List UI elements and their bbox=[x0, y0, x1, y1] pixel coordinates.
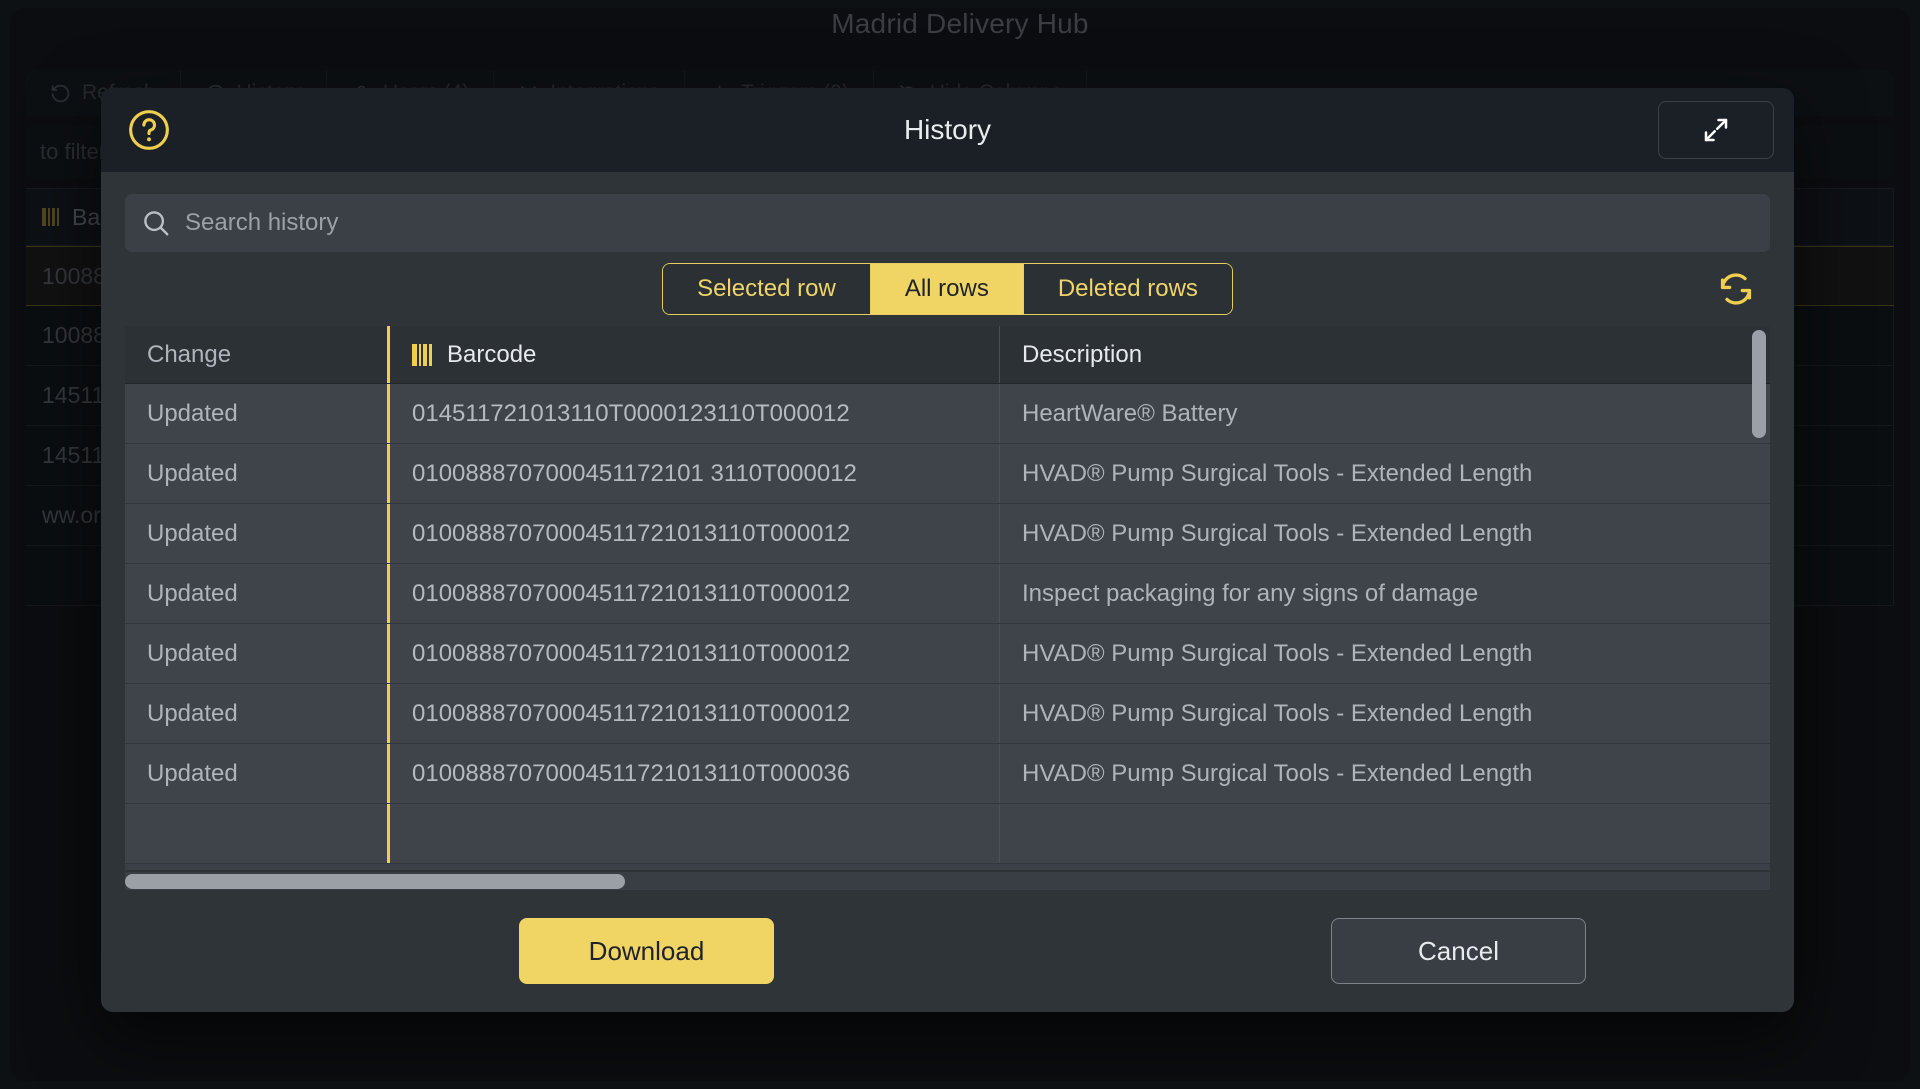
expand-icon[interactable] bbox=[1658, 101, 1774, 159]
history-table-header: Change Barcode Description bbox=[125, 326, 1770, 384]
page-title: History bbox=[903, 114, 992, 145]
cell-barcode: 014511721013110T0000123110T000012 bbox=[387, 384, 999, 443]
cell-barcode: 01008887070004511721013110T000012 bbox=[387, 564, 999, 623]
table-row[interactable]: Updated 01008887070004511721013110T00001… bbox=[125, 504, 1770, 564]
vertical-scrollbar[interactable] bbox=[1752, 326, 1766, 870]
filter-row: Selected row All rows Deleted rows bbox=[125, 252, 1770, 326]
modal-body: Selected row All rows Deleted rows Chang… bbox=[101, 172, 1794, 890]
cell-barcode: 01008887070004511721013110T000012 bbox=[387, 504, 999, 563]
download-button[interactable]: Download bbox=[519, 918, 774, 984]
cell-change bbox=[125, 804, 387, 863]
app-title: Madrid Delivery Hub bbox=[831, 8, 1089, 39]
column-header-barcode-label: Barcode bbox=[447, 340, 537, 368]
row-filter-segmented-control: Selected row All rows Deleted rows bbox=[662, 263, 1233, 315]
cell-change: Updated bbox=[147, 399, 238, 427]
cancel-button[interactable]: Cancel bbox=[1331, 918, 1586, 984]
table-row[interactable]: Updated 01008887070004511721013110T00001… bbox=[125, 564, 1770, 624]
history-modal: History Selected row All rows Deleted ro… bbox=[101, 88, 1794, 1012]
modal-header: History bbox=[101, 88, 1794, 172]
table-row[interactable]: Updated 01008887070004511721013110T00001… bbox=[125, 684, 1770, 744]
table-row[interactable] bbox=[125, 804, 1770, 864]
modal-footer: Download Cancel bbox=[101, 890, 1794, 1012]
cell-change: Updated bbox=[147, 459, 238, 487]
cell-change: Updated bbox=[147, 639, 238, 667]
cell-change: Updated bbox=[147, 579, 238, 607]
barcode-icon bbox=[42, 208, 62, 226]
filter-all-rows[interactable]: All rows bbox=[870, 264, 1024, 314]
cell-barcode bbox=[387, 804, 999, 863]
barcode-icon bbox=[412, 343, 436, 366]
column-header-barcode[interactable]: Barcode bbox=[387, 326, 999, 383]
column-header-change[interactable]: Change bbox=[125, 326, 387, 383]
cell-description: Inspect packaging for any signs of damag… bbox=[999, 564, 1759, 623]
table-row[interactable]: Updated 01008887070004511721013110T00001… bbox=[125, 624, 1770, 684]
column-header-description[interactable]: Description bbox=[999, 326, 1759, 383]
table-row[interactable]: Updated 0100888707000451172101 3110T0000… bbox=[125, 444, 1770, 504]
history-table-area: Change Barcode Description Updated 01451… bbox=[125, 326, 1770, 890]
help-circle-icon[interactable] bbox=[127, 108, 171, 152]
cell-barcode: 01008887070004511721013110T000012 bbox=[387, 684, 999, 743]
cell-description: HeartWare® Battery bbox=[999, 384, 1759, 443]
search-icon bbox=[141, 208, 171, 238]
cell-description: HVAD® Pump Surgical Tools - Extended Len… bbox=[999, 624, 1759, 683]
cell-description: HVAD® Pump Surgical Tools - Extended Len… bbox=[999, 744, 1759, 803]
cell-description: HVAD® Pump Surgical Tools - Extended Len… bbox=[999, 504, 1759, 563]
cell-description: HVAD® Pump Surgical Tools - Extended Len… bbox=[999, 684, 1759, 743]
cell-barcode: 01008887070004511721013110T000012 bbox=[387, 624, 999, 683]
cell-description: HVAD® Pump Surgical Tools - Extended Len… bbox=[999, 444, 1759, 503]
horizontal-scrollbar[interactable] bbox=[125, 872, 1770, 890]
filter-deleted-rows[interactable]: Deleted rows bbox=[1023, 264, 1232, 314]
search-bar[interactable] bbox=[125, 194, 1770, 252]
cell-barcode: 01008887070004511721013110T000036 bbox=[387, 744, 999, 803]
filter-selected-row[interactable]: Selected row bbox=[663, 264, 871, 314]
cell-change: Updated bbox=[147, 519, 238, 547]
cell-barcode: 0100888707000451172101 3110T000012 bbox=[387, 444, 999, 503]
history-table: Change Barcode Description Updated 01451… bbox=[125, 326, 1770, 870]
cell-change: Updated bbox=[147, 699, 238, 727]
table-row[interactable]: Updated 01008887070004511721013110T00003… bbox=[125, 744, 1770, 804]
horizontal-scrollbar-thumb[interactable] bbox=[125, 874, 625, 889]
vertical-scrollbar-thumb[interactable] bbox=[1752, 330, 1766, 438]
cell-change: Updated bbox=[147, 759, 238, 787]
search-input[interactable] bbox=[185, 209, 1754, 237]
cell-description bbox=[999, 804, 1759, 863]
table-row[interactable]: Updated 014511721013110T0000123110T00001… bbox=[125, 384, 1770, 444]
refresh-icon bbox=[50, 83, 71, 104]
refresh-icon[interactable] bbox=[1710, 263, 1762, 315]
